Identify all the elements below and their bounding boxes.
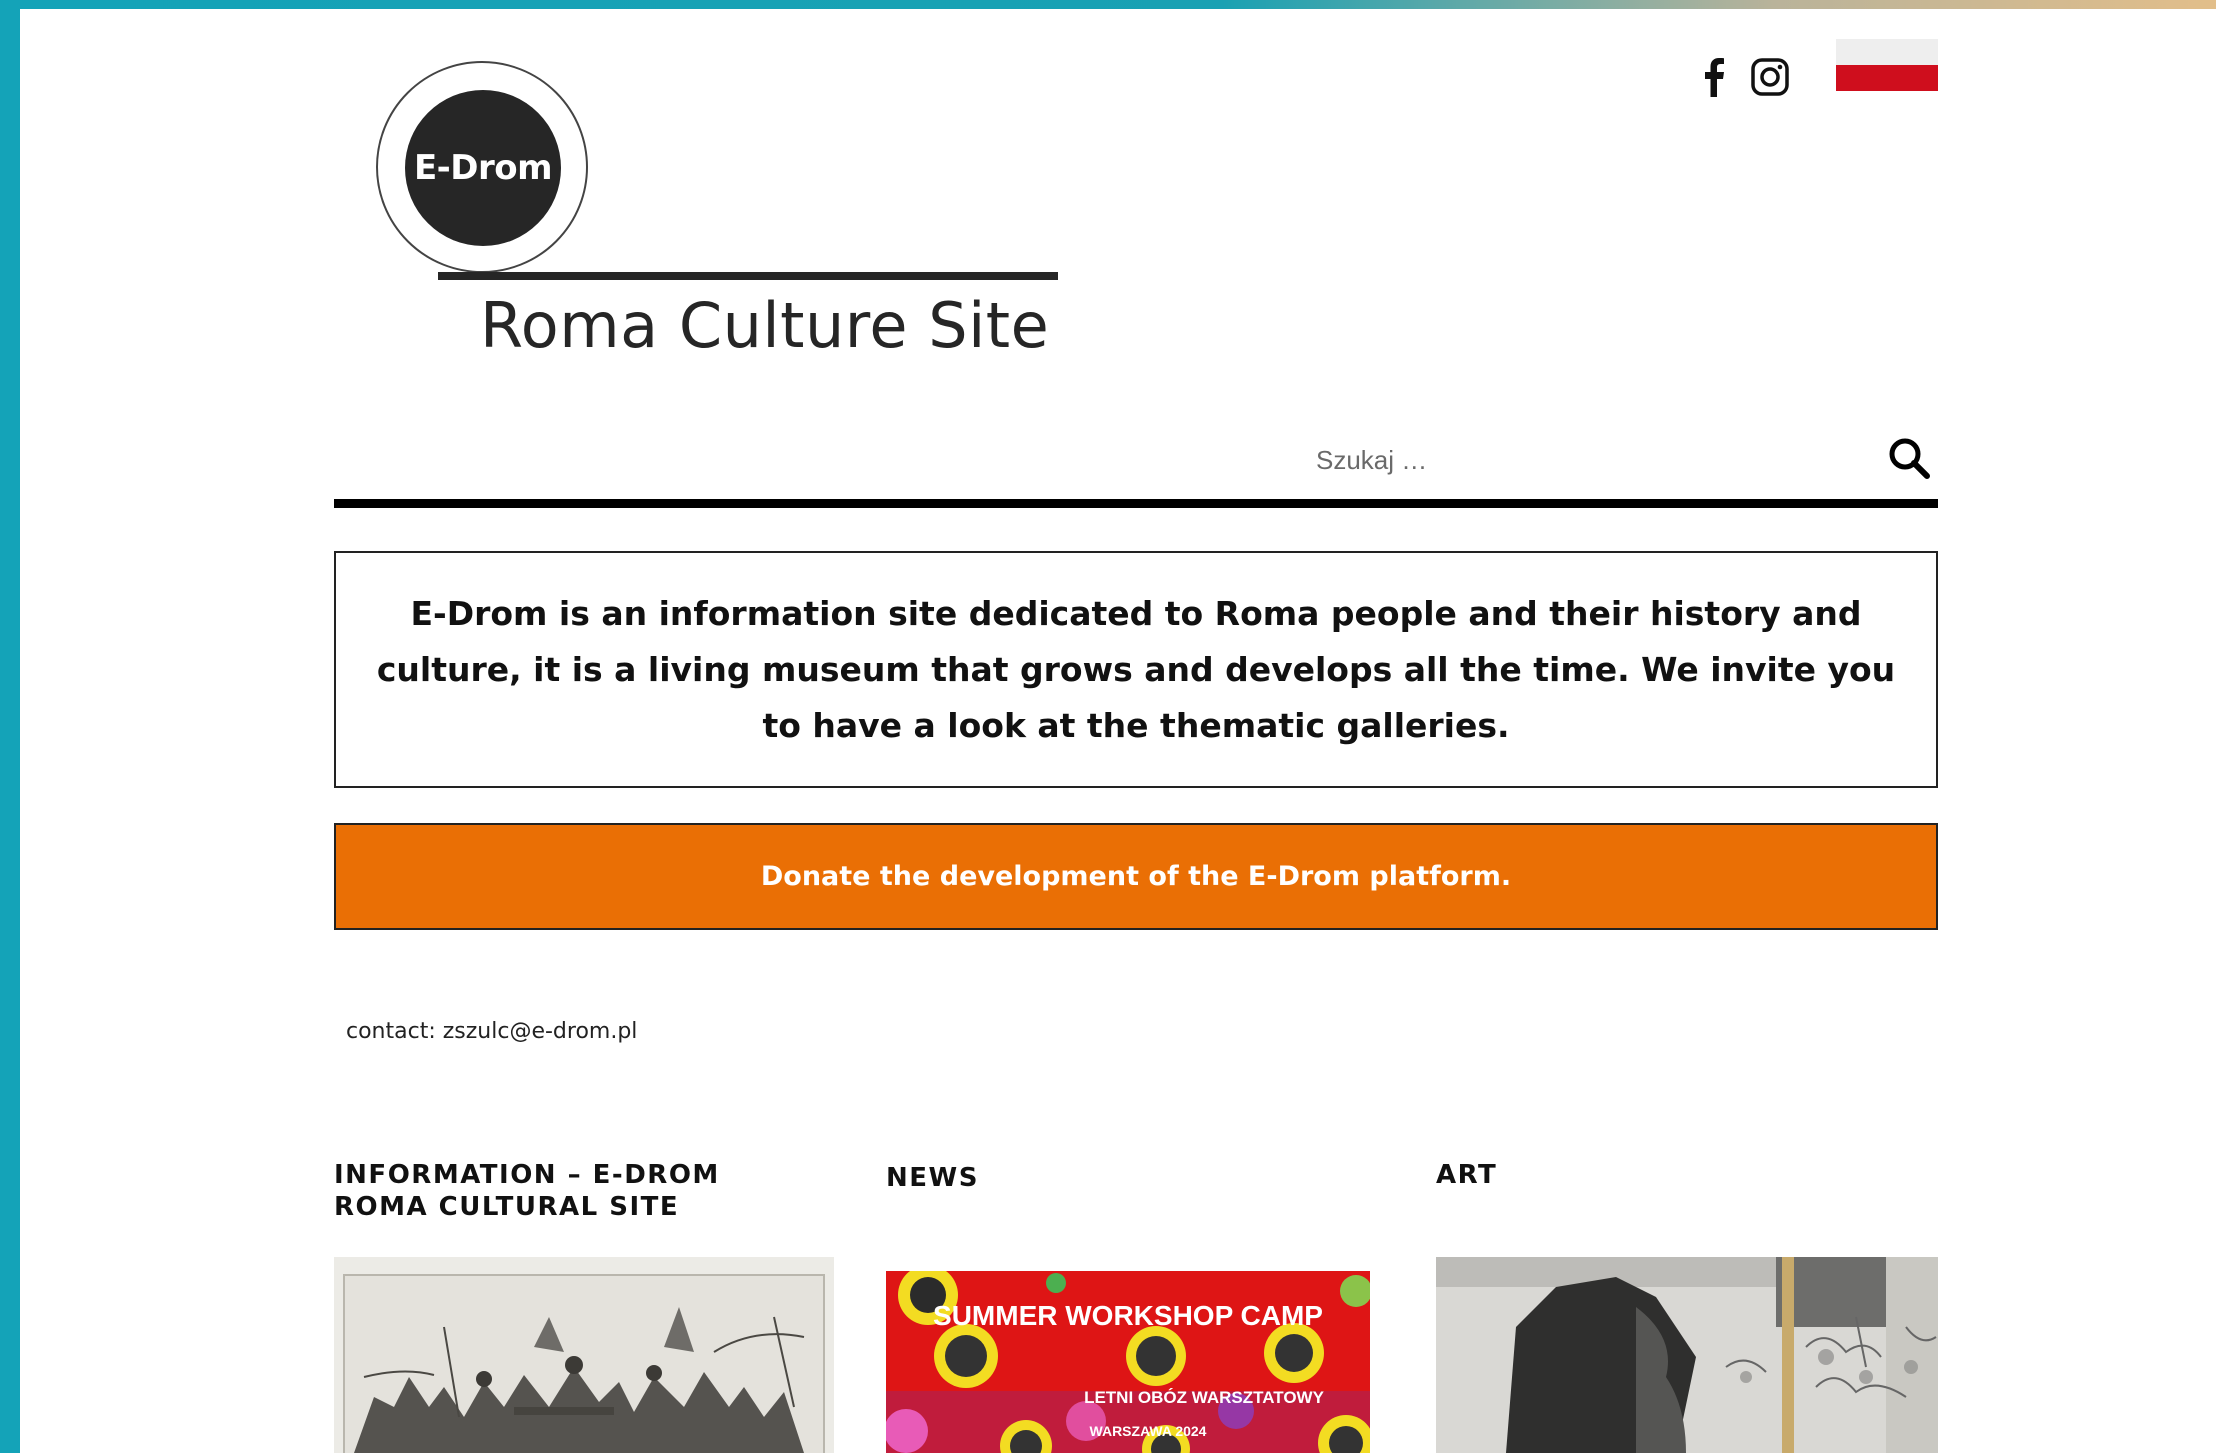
logo-mark-text: E-Drom — [413, 148, 553, 188]
art-image[interactable] — [1436, 1257, 1938, 1453]
donate-button[interactable]: Donate the development of the E-Drom pla… — [334, 823, 1938, 930]
facebook-icon — [1705, 58, 1724, 97]
social-links — [1700, 57, 1790, 97]
facebook-link[interactable] — [1700, 57, 1726, 97]
logo-circle: E-Drom — [376, 61, 588, 273]
news-image-caption-sub: LETNI OBÓZ WARSZTATOWY — [1084, 1388, 1325, 1407]
search-icon — [1889, 438, 1930, 479]
intro-text: E-Drom is an information site dedicated … — [376, 593, 1896, 745]
news-image[interactable]: SUMMER WORKSHOP CAMP LETNI OBÓZ WARSZTAT… — [886, 1271, 1370, 1453]
logo-badge: E-Drom — [405, 90, 561, 246]
instagram-icon — [1751, 58, 1789, 96]
logo-underline — [438, 272, 1058, 280]
contact-text: contact: zszulc@e-drom.pl — [346, 1019, 638, 1044]
section-title-art[interactable]: ART — [1436, 1159, 1497, 1191]
flag-red-stripe — [1836, 65, 1938, 91]
news-image-caption-main: SUMMER WORKSHOP CAMP — [933, 1300, 1323, 1331]
search-divider — [334, 499, 1938, 508]
summer-workshop-camp-image: SUMMER WORKSHOP CAMP LETNI OBÓZ WARSZTAT… — [886, 1271, 1370, 1453]
news-image-caption-sub2: WARSZAWA 2024 — [1090, 1423, 1207, 1439]
logo-subtitle: Roma Culture Site — [480, 289, 1050, 362]
instagram-link[interactable] — [1750, 57, 1790, 97]
information-image[interactable] — [334, 1257, 834, 1453]
historical-engraving-image — [334, 1257, 834, 1453]
poland-flag-icon[interactable] — [1836, 39, 1938, 91]
site-logo[interactable]: E-Drom Roma Culture Site — [354, 49, 1064, 369]
flag-white-stripe — [1836, 39, 1938, 65]
search-bar — [334, 409, 1938, 501]
search-button[interactable] — [1882, 431, 1938, 487]
donate-label: Donate the development of the E-Drom pla… — [760, 861, 1512, 892]
intro-box: E-Drom is an information site dedicated … — [334, 551, 1938, 788]
search-input[interactable] — [1314, 439, 1798, 481]
page: E-Drom Roma Culture Site Szukaj … E-Drom… — [20, 9, 2216, 1453]
section-title-information[interactable]: INFORMATION – E-DROM ROMA CULTURAL SITE — [334, 1159, 804, 1223]
art-installation-image — [1436, 1257, 1938, 1453]
section-title-news[interactable]: NEWS — [886, 1162, 979, 1194]
